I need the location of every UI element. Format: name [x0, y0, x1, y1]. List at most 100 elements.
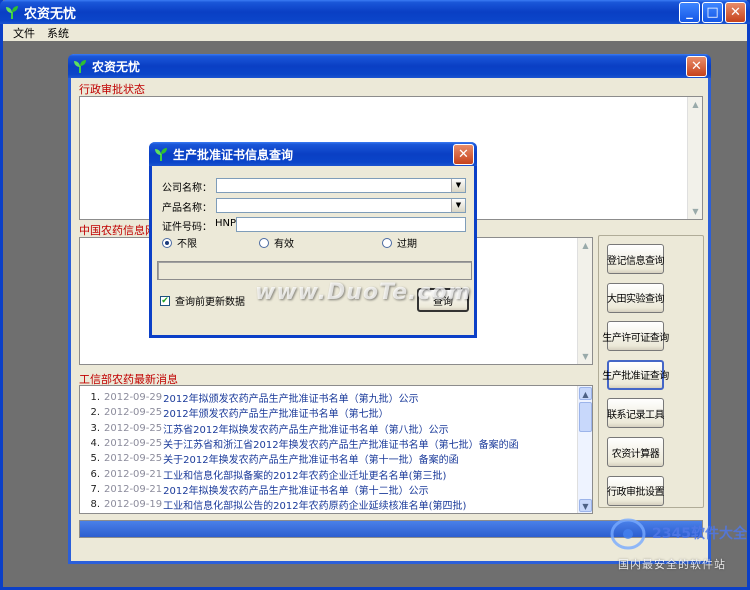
- radio-any-dot[interactable]: [162, 237, 172, 248]
- news-title-link[interactable]: 2012年拟换发农药产品生产批准证书名单（第十二批）公示: [163, 482, 428, 497]
- pesticide-news-scrollbar[interactable]: ▲ ▼: [577, 238, 592, 364]
- news-number: 5.: [90, 453, 100, 465]
- product-value: [217, 201, 219, 212]
- scroll-down-icon[interactable]: ▼: [579, 350, 592, 363]
- scroll-up-icon[interactable]: ▲: [579, 239, 592, 252]
- company-label: 公司名称：: [162, 183, 212, 194]
- news-item[interactable]: 9.2012-09-18江苏省和浙江省2012年拟换发农药产品生产批准证书名单（…: [86, 512, 576, 514]
- news-list: 1. 2012-09-29 2012年拟颁发农药产品生产批准证书名单（第九批）公示 2…: [86, 390, 576, 514]
- news-item[interactable]: 4. 2012-09-25 关于江苏省和浙江省2012年换发农药产品生产批准证书名单…: [86, 436, 576, 451]
- child-close-button[interactable]: ✕: [686, 55, 707, 77]
- news-number: 7.: [90, 483, 100, 495]
- news-date: 2012-09-25: [104, 407, 163, 419]
- production-approval-query-button[interactable]: 生产批准证查询: [602, 359, 669, 390]
- production-license-query-button[interactable]: 生产许可证查询: [602, 321, 669, 352]
- radio-expired-dot[interactable]: [382, 237, 392, 248]
- news-item[interactable]: 7. 2012-09-21 2012年拟换发农药产品生产批准证书名单（第十二批）公示: [86, 482, 576, 497]
- product-combobox[interactable]: ▼: [216, 198, 466, 213]
- child-title-bar[interactable]: 农资无忧 ✕: [68, 54, 711, 78]
- dialog-title-bar[interactable]: 生产批准证书信息查询 ✕: [149, 142, 477, 166]
- checkbox-box[interactable]: ✔: [160, 295, 170, 306]
- progress-bar: [79, 520, 703, 538]
- radio-any-label: 不限: [177, 239, 197, 250]
- approval-scrollbar[interactable]: ▲ ▼: [687, 97, 702, 219]
- news-title-link[interactable]: 关于江苏省和浙江省2012年换发农药产品生产批准证书名单（第七批）备案的函: [163, 436, 518, 451]
- dialog-close-button[interactable]: ✕: [453, 143, 474, 165]
- maximize-button[interactable]: □: [702, 1, 723, 23]
- scroll-thumb[interactable]: [579, 402, 592, 432]
- main-window-title: 农资无忧: [24, 6, 77, 22]
- news-scrollbar[interactable]: ▲ ▼: [577, 386, 592, 513]
- scroll-up-icon[interactable]: ▲: [579, 387, 592, 400]
- ministry-news-panel: 1. 2012-09-29 2012年拟颁发农药产品生产批准证书名单（第九批）公示 2…: [79, 385, 593, 514]
- registration-query-button[interactable]: 登记信息查询: [607, 244, 665, 274]
- news-date: 2012-09-29: [104, 392, 163, 404]
- menu-system[interactable]: 系统: [41, 25, 75, 41]
- news-item[interactable]: 6. 2012-09-21 工业和信息化部拟备案的2012年农药企业迁址更名名单(第…: [86, 466, 576, 482]
- chevron-down-icon[interactable]: ▼: [451, 179, 465, 192]
- query-button[interactable]: 查询: [417, 288, 469, 312]
- field-trial-query-button[interactable]: 大田实验查询: [607, 282, 665, 313]
- minimize-icon: _: [686, 4, 693, 20]
- cert-label: 证件号码：: [162, 222, 212, 233]
- radio-valid[interactable]: 有效: [259, 235, 294, 250]
- menu-file[interactable]: 文件: [7, 25, 41, 41]
- close-icon: ✕: [730, 4, 741, 20]
- news-number: 4.: [90, 438, 100, 450]
- sprout-icon: [74, 60, 86, 73]
- cert-number-input[interactable]: [236, 217, 466, 232]
- close-icon: ✕: [691, 58, 702, 74]
- radio-valid-dot[interactable]: [259, 237, 269, 248]
- radio-valid-label: 有效: [274, 239, 294, 250]
- update-before-query-checkbox[interactable]: ✔ 查询前更新数据: [160, 293, 245, 308]
- news-item[interactable]: 5. 2012-09-25 关于2012年换发农药产品生产批准证书名单（第十一批）备…: [86, 451, 576, 466]
- dialog-status-bar: [157, 261, 472, 280]
- farm-calculator-button[interactable]: 农资计算器: [607, 437, 664, 467]
- menu-bar: 文件 系统: [3, 24, 747, 41]
- news-date: 2012-09-21: [104, 483, 163, 495]
- cert-prefix: HNP: [215, 218, 237, 229]
- radio-expired-label: 过期: [397, 239, 417, 250]
- radio-expired[interactable]: 过期: [382, 235, 417, 250]
- pesticide-news-label: 中国农药信息网: [79, 224, 156, 237]
- news-title-link[interactable]: 江苏省和浙江省2012年拟换发农药产品生产批准证书名单（第七批）公示: [163, 513, 488, 514]
- news-date: 2012-09-25: [104, 422, 163, 434]
- news-item[interactable]: 1. 2012-09-29 2012年拟颁发农药产品生产批准证书名单（第九批）公示: [86, 390, 576, 405]
- scroll-up-icon[interactable]: ▲: [689, 98, 702, 111]
- admin-approval-settings-button[interactable]: 行政审批设置: [607, 475, 665, 506]
- cert-query-dialog: 生产批准证书信息查询 ✕ 公司名称： ▼ 产品名称： ▼ 证件号码： HNP 不…: [149, 142, 477, 338]
- sprout-icon: [6, 6, 18, 19]
- company-combobox[interactable]: ▼: [216, 178, 466, 193]
- news-title-link[interactable]: 2012年拟颁发农药产品生产批准证书名单（第九批）公示: [163, 390, 418, 405]
- close-icon: ✕: [458, 146, 469, 162]
- news-item[interactable]: 8. 2012-09-19 工业和信息化部拟公告的2012年农药原药企业延续核准名单…: [86, 497, 576, 512]
- news-number: 1.: [90, 392, 100, 404]
- main-title-bar[interactable]: 农资无忧 _ □ ✕: [0, 0, 750, 24]
- checkbox-label: 查询前更新数据: [175, 297, 245, 308]
- site-slogan: 国内最安全的软件站: [618, 558, 726, 571]
- chevron-down-icon[interactable]: ▼: [451, 199, 465, 212]
- news-number: 6.: [90, 468, 100, 480]
- news-item[interactable]: 3. 2012-09-25 江苏省2012年拟换发农药产品生产批准证书名单（第八批）…: [86, 421, 576, 436]
- scroll-down-icon[interactable]: ▼: [579, 499, 592, 512]
- news-title-link[interactable]: 2012年颁发农药产品生产批准证书名单（第七批）: [163, 405, 388, 420]
- news-date: 2012-09-25: [104, 438, 163, 450]
- radio-any[interactable]: 不限: [162, 235, 197, 250]
- product-label: 产品名称：: [162, 203, 212, 214]
- dialog-title: 生产批准证书信息查询: [173, 147, 294, 162]
- news-number: 2.: [90, 407, 100, 419]
- child-window-title: 农资无忧: [92, 59, 141, 74]
- news-title-link[interactable]: 工业和信息化部拟备案的2012年农药企业迁址更名名单(第三批): [163, 467, 446, 482]
- close-button[interactable]: ✕: [725, 1, 746, 23]
- news-title-link[interactable]: 工业和信息化部拟公告的2012年农药原药企业延续核准名单(第四批): [163, 497, 466, 512]
- sprout-icon: [155, 148, 167, 161]
- news-item[interactable]: 2. 2012-09-25 2012年颁发农药产品生产批准证书名单（第七批）: [86, 405, 576, 420]
- minimize-button[interactable]: _: [679, 1, 700, 23]
- news-date: 2012-09-19: [104, 499, 163, 511]
- news-number: 8.: [90, 499, 100, 511]
- scroll-down-icon[interactable]: ▼: [689, 205, 702, 218]
- news-title-link[interactable]: 江苏省2012年拟换发农药产品生产批准证书名单（第八批）公示: [163, 421, 448, 436]
- contact-log-button[interactable]: 联系记录工具: [607, 398, 665, 429]
- news-number: 3.: [90, 422, 100, 434]
- news-title-link[interactable]: 关于2012年换发农药产品生产批准证书名单（第十一批）备案的函: [163, 451, 458, 466]
